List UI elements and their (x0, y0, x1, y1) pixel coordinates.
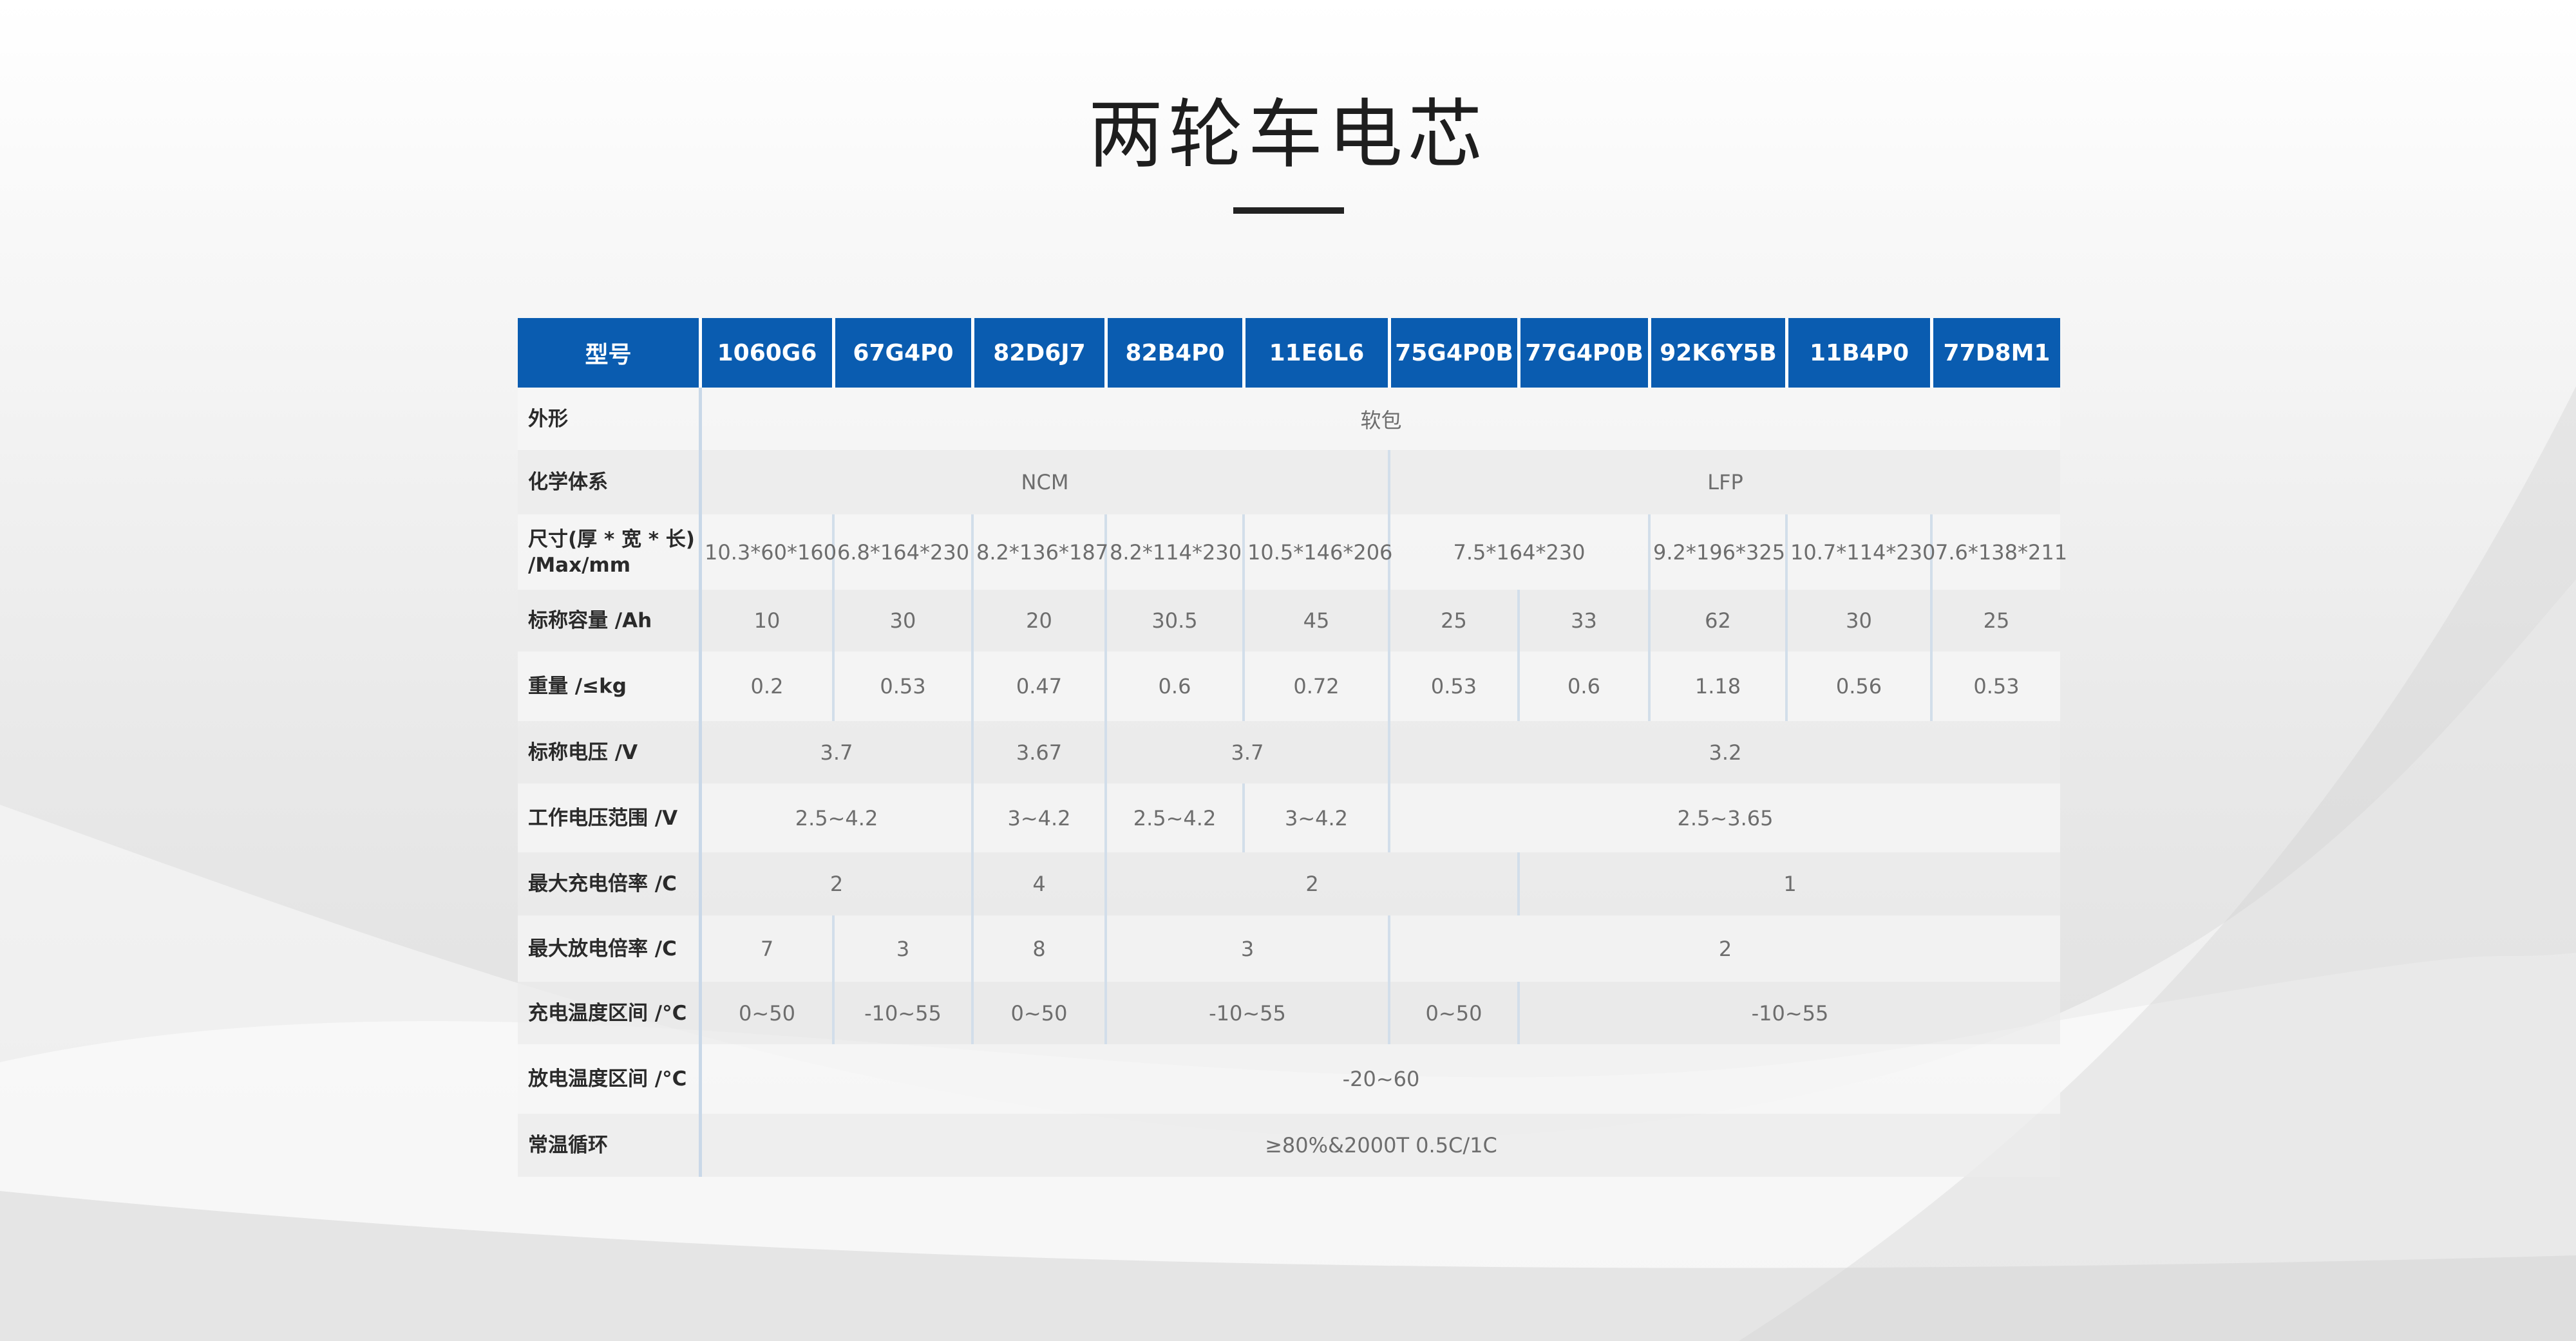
table-cell: 3 (1104, 915, 1388, 982)
table-cell: 0.6 (1517, 652, 1648, 721)
model-header: 82B4P0 (1104, 318, 1242, 388)
table-row: 标称电压 /V 3.7 3.67 3.7 3.2 (518, 721, 2060, 783)
table-cell: 3.2 (1388, 721, 2060, 783)
model-header: 77D8M1 (1930, 318, 2060, 388)
table-cell: -10~55 (1517, 982, 2060, 1044)
model-header: 92K6Y5B (1648, 318, 1785, 388)
table-cell: 30.5 (1104, 590, 1242, 652)
table-row: 尺寸(厚 * 宽 * 长) /Max/mm 10.3*60*160 6.8*164*… (518, 514, 2067, 590)
title-underline (1233, 207, 1344, 214)
row-label: 重量 /≤kg (518, 652, 699, 721)
table-cell: 0.2 (699, 652, 832, 721)
page-title: 两轮车电芯 (1088, 91, 1488, 178)
table-cell: 1.18 (1648, 652, 1785, 721)
model-header: 11B4P0 (1785, 318, 1930, 388)
table-cell: 3 (832, 915, 971, 982)
row-label: 尺寸(厚 * 宽 * 长) /Max/mm (518, 514, 699, 590)
table-cell: LFP (1388, 450, 2060, 514)
table-cell: 8.2*136*187 (971, 514, 1108, 590)
table-cell: 10.7*114*230 (1785, 514, 1935, 590)
table-cell: 8 (971, 915, 1104, 982)
table-cell: 10.5*146*206 (1242, 514, 1392, 590)
header-label: 型号 (518, 318, 699, 388)
table-cell: 2.5~3.65 (1388, 783, 2060, 852)
row-label: 常温循环 (518, 1114, 699, 1177)
model-header: 82D6J7 (971, 318, 1104, 388)
table-cell: ≥80%&2000T 0.5C/1C (699, 1114, 2060, 1177)
table-cell: 0~50 (699, 982, 832, 1044)
table-cell: 0.72 (1242, 652, 1388, 721)
table-cell: -10~55 (1104, 982, 1388, 1044)
row-label: 放电温度区间 /°C (518, 1044, 699, 1114)
table-cell: -20~60 (699, 1044, 2060, 1114)
table-cell: 2 (1388, 915, 2060, 982)
table-cell: 2 (699, 852, 971, 915)
spec-table-body: 外形 软包 化学体系 NCM LFP 尺寸(厚 * 宽 * 长) /Max/mm 10.3*… (518, 388, 2067, 1177)
model-header: 1060G6 (699, 318, 832, 388)
table-cell: 20 (971, 590, 1104, 652)
table-cell: 0.56 (1785, 652, 1930, 721)
table-row: 工作电压范围 /V 2.5~4.2 3~4.2 2.5~4.2 3~4.2 2.5~3.6… (518, 783, 2060, 852)
row-label: 标称容量 /Ah (518, 590, 699, 652)
table-cell: 7 (699, 915, 832, 982)
table-cell: 6.8*164*230 (832, 514, 971, 590)
table-cell: 0~50 (971, 982, 1104, 1044)
table-cell: 62 (1648, 590, 1785, 652)
row-label: 外形 (518, 388, 699, 450)
table-cell: 9.2*196*325 (1648, 514, 1785, 590)
row-label: 工作电压范围 /V (518, 783, 699, 852)
row-label: 最大充电倍率 /C (518, 852, 699, 915)
table-cell: 25 (1930, 590, 2060, 652)
header-row: 型号 1060G6 67G4P0 82D6J7 82B4P0 11E6L6 75… (518, 318, 2060, 388)
table-row: 充电温度区间 /°C 0~50 -10~55 0~50 -10~55 0~50 -10~55 (518, 982, 2060, 1044)
row-label: 最大放电倍率 /C (518, 915, 699, 982)
table-cell: 3.7 (1104, 721, 1388, 783)
model-header: 75G4P0B (1388, 318, 1517, 388)
table-row: 重量 /≤kg 0.2 0.53 0.47 0.6 0.72 0.53 0.6 1.18 0.56… (518, 652, 2060, 721)
table-cell: 7.5*164*230 (1388, 514, 1648, 590)
table-cell: 0.53 (1388, 652, 1517, 721)
table-cell: 0.6 (1104, 652, 1242, 721)
table-row: 常温循环 ≥80%&2000T 0.5C/1C (518, 1114, 2060, 1177)
spec-table: 型号 1060G6 67G4P0 82D6J7 82B4P0 11E6L6 75… (518, 318, 2067, 1177)
table-row: 外形 软包 (518, 388, 2060, 450)
table-cell: 0.47 (971, 652, 1104, 721)
table-cell: 10 (699, 590, 832, 652)
table-cell: 0~50 (1388, 982, 1517, 1044)
table-row: 放电温度区间 /°C -20~60 (518, 1044, 2060, 1114)
table-cell: -10~55 (832, 982, 971, 1044)
table-cell: 8.2*114*230 (1104, 514, 1242, 590)
table-cell: 3.67 (971, 721, 1104, 783)
table-cell: 3~4.2 (971, 783, 1104, 852)
table-cell: NCM (699, 450, 1388, 514)
table-cell: 0.53 (1930, 652, 2060, 721)
table-cell: 0.53 (832, 652, 971, 721)
row-label: 化学体系 (518, 450, 699, 514)
table-row: 最大充电倍率 /C 2 4 2 1 (518, 852, 2060, 915)
table-row: 最大放电倍率 /C 7 3 8 3 2 (518, 915, 2060, 982)
table-cell: 2.5~4.2 (1104, 783, 1242, 852)
table-cell: 4 (971, 852, 1104, 915)
table-cell: 33 (1517, 590, 1648, 652)
table-cell: 3~4.2 (1242, 783, 1388, 852)
table-cell: 30 (1785, 590, 1930, 652)
model-header: 67G4P0 (832, 318, 971, 388)
row-label: 充电温度区间 /°C (518, 982, 699, 1044)
table-cell: 25 (1388, 590, 1517, 652)
table-cell: 10.3*60*160 (699, 514, 837, 590)
table-cell: 软包 (699, 388, 2060, 450)
table-cell: 2.5~4.2 (699, 783, 971, 852)
table-cell: 2 (1104, 852, 1517, 915)
table-cell: 45 (1242, 590, 1388, 652)
model-header: 77G4P0B (1517, 318, 1648, 388)
table-cell: 1 (1517, 852, 2060, 915)
table-row: 化学体系 NCM LFP (518, 450, 2060, 514)
table-cell: 30 (832, 590, 971, 652)
model-header: 11E6L6 (1242, 318, 1388, 388)
table-cell: 3.7 (699, 721, 971, 783)
row-label: 标称电压 /V (518, 721, 699, 783)
table-cell: 7.6*138*211 (1930, 514, 2067, 590)
table-row: 标称容量 /Ah 10 30 20 30.5 45 25 33 62 30 25 (518, 590, 2060, 652)
